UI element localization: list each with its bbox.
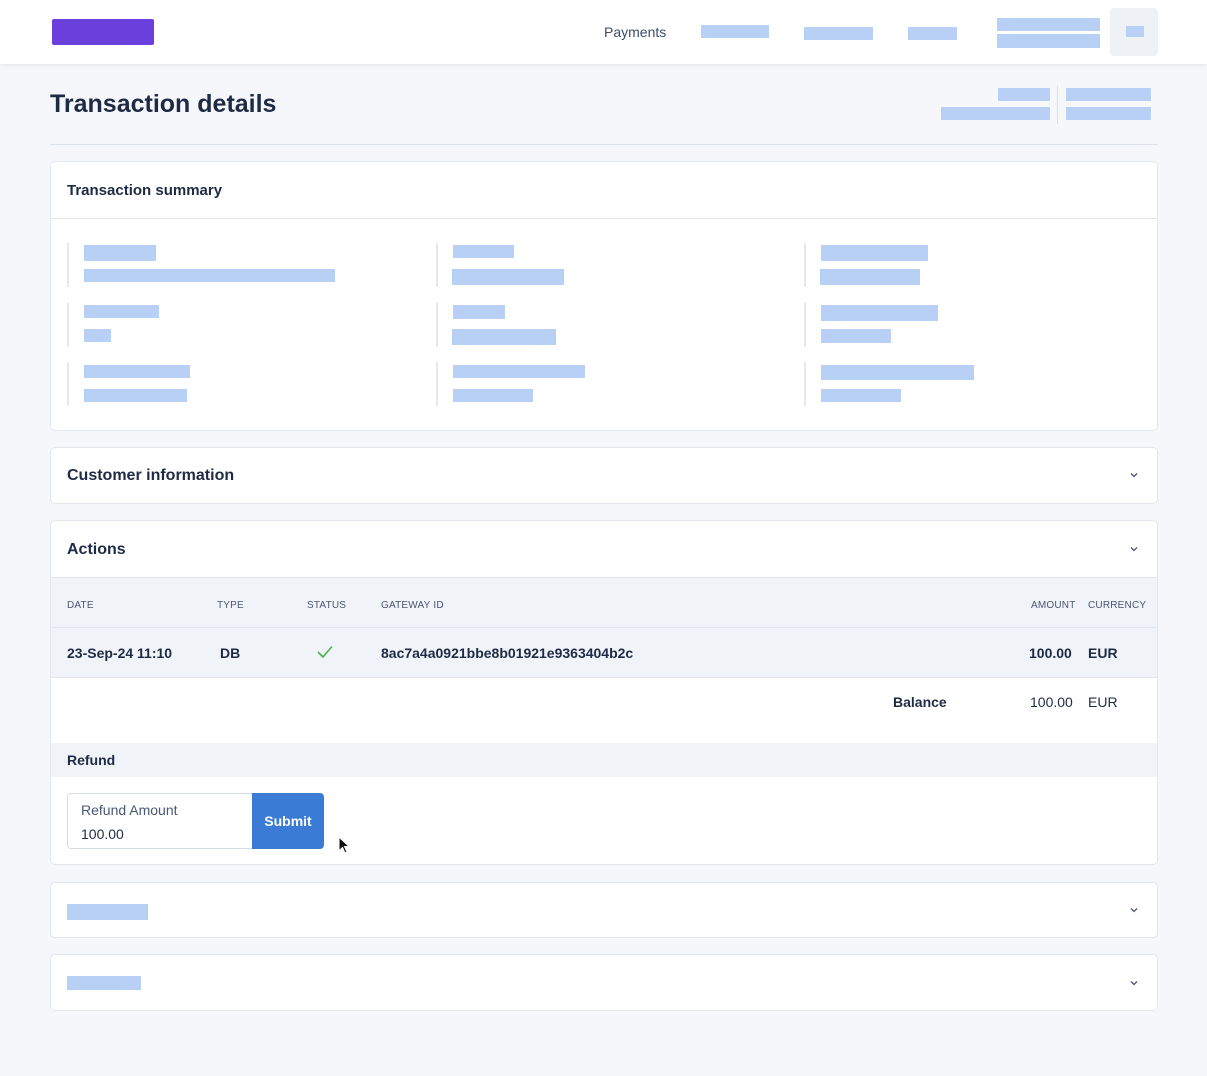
nav-link-redacted-1[interactable]: [701, 25, 769, 38]
actions-title: Actions: [67, 541, 126, 558]
user-name-redacted[interactable]: [997, 18, 1100, 31]
cell-gateway-id: 8ac7a4a0921bbe8b01921e9363404b2c: [381, 645, 634, 661]
actions-card: Actions DATE TYPE STATUS GATEWAY ID AMOU…: [50, 520, 1158, 865]
transaction-summary-title: Transaction summary: [67, 182, 223, 199]
brand-logo[interactable]: [52, 19, 154, 45]
header-meta-redacted-1: [998, 88, 1050, 101]
summary-field-value-redacted: [452, 329, 556, 345]
cell-type: DB: [220, 645, 241, 661]
summary-field-label-redacted: [453, 365, 585, 378]
avatar-redacted: [1126, 26, 1144, 37]
customer-information-card[interactable]: Customer information: [50, 447, 1158, 504]
summary-field-label-redacted: [84, 305, 159, 318]
nav-link-redacted-2[interactable]: [804, 27, 873, 40]
summary-field-label-redacted: [84, 245, 156, 261]
header-meta-redacted-4: [1066, 107, 1151, 120]
table-row[interactable]: 23-Sep-24 11:10 DB 8ac7a4a0921bbe8b01921…: [51, 628, 1157, 678]
summary-field-value-redacted: [821, 329, 891, 343]
summary-field-value-redacted: [820, 269, 920, 285]
summary-field-label-redacted: [821, 245, 928, 261]
section-title-redacted: [67, 976, 141, 990]
user-org-redacted[interactable]: [997, 34, 1100, 48]
chevron-down-icon[interactable]: [1129, 905, 1139, 915]
column-header-gateway-id: GATEWAY ID: [381, 600, 444, 611]
chevron-down-icon[interactable]: [1129, 978, 1139, 988]
field-accent-bar: [436, 243, 438, 287]
mouse-cursor-icon: [338, 835, 351, 859]
refund-section-header: Refund: [51, 743, 1157, 777]
user-menu-button[interactable]: [1110, 8, 1158, 56]
field-accent-bar: [804, 362, 806, 406]
collapsed-section-1[interactable]: [50, 882, 1158, 938]
header-meta-redacted-3: [1066, 88, 1151, 101]
field-accent-bar: [436, 303, 438, 347]
balance-currency: EUR: [1088, 694, 1118, 710]
card-divider: [51, 218, 1157, 219]
summary-field-value-redacted: [84, 269, 335, 282]
transaction-summary-card: Transaction summary: [50, 161, 1158, 431]
nav-link-redacted-3[interactable]: [908, 27, 957, 40]
chevron-down-icon[interactable]: [1129, 470, 1139, 480]
column-header-currency: CURRENCY: [1088, 600, 1147, 611]
summary-field-value-redacted: [452, 269, 564, 285]
summary-field-value-redacted: [84, 389, 187, 402]
summary-field-value-redacted: [453, 389, 533, 402]
header-divider-line: [50, 144, 1158, 145]
field-accent-bar: [804, 243, 806, 287]
refund-title: Refund: [67, 752, 116, 768]
field-accent-bar: [804, 303, 806, 347]
summary-field-label-redacted: [453, 245, 514, 258]
summary-field-label-redacted: [821, 365, 974, 380]
submit-refund-button[interactable]: Submit: [252, 793, 324, 849]
collapsed-section-2[interactable]: [50, 954, 1158, 1011]
column-header-amount: AMOUNT: [1031, 600, 1076, 611]
refund-amount-input[interactable]: [81, 826, 241, 842]
field-accent-bar: [67, 243, 69, 287]
cell-date: 23-Sep-24 11:10: [67, 645, 173, 661]
customer-information-title: Customer information: [67, 467, 235, 484]
nav-link-payments[interactable]: Payments: [604, 24, 666, 40]
header-meta-redacted-2: [941, 107, 1050, 120]
summary-field-label-redacted: [821, 305, 938, 321]
actions-table-header: DATE TYPE STATUS GATEWAY ID AMOUNT CURRE…: [51, 577, 1157, 628]
refund-amount-label: Refund Amount: [81, 802, 178, 818]
summary-field-label-redacted: [453, 305, 505, 319]
field-accent-bar: [436, 362, 438, 406]
balance-amount: 100.00: [1030, 694, 1073, 710]
page-title: Transaction details: [50, 90, 277, 118]
header-divider: [1057, 86, 1058, 124]
summary-field-label-redacted: [84, 365, 190, 378]
top-navigation-bar: Payments: [0, 0, 1207, 64]
column-header-date: DATE: [67, 600, 94, 611]
refund-amount-field[interactable]: Refund Amount: [67, 793, 253, 849]
field-accent-bar: [67, 303, 69, 347]
chevron-down-icon[interactable]: [1129, 544, 1139, 554]
section-title-redacted: [67, 904, 148, 920]
cell-currency: EUR: [1088, 645, 1118, 661]
column-header-status: STATUS: [307, 600, 347, 611]
column-header-type: TYPE: [217, 600, 244, 611]
balance-label: Balance: [893, 694, 947, 710]
summary-field-value-redacted: [84, 329, 111, 342]
summary-field-value-redacted: [821, 389, 901, 402]
check-icon: [317, 645, 333, 664]
cell-amount: 100.00: [1029, 645, 1072, 661]
field-accent-bar: [67, 362, 69, 406]
